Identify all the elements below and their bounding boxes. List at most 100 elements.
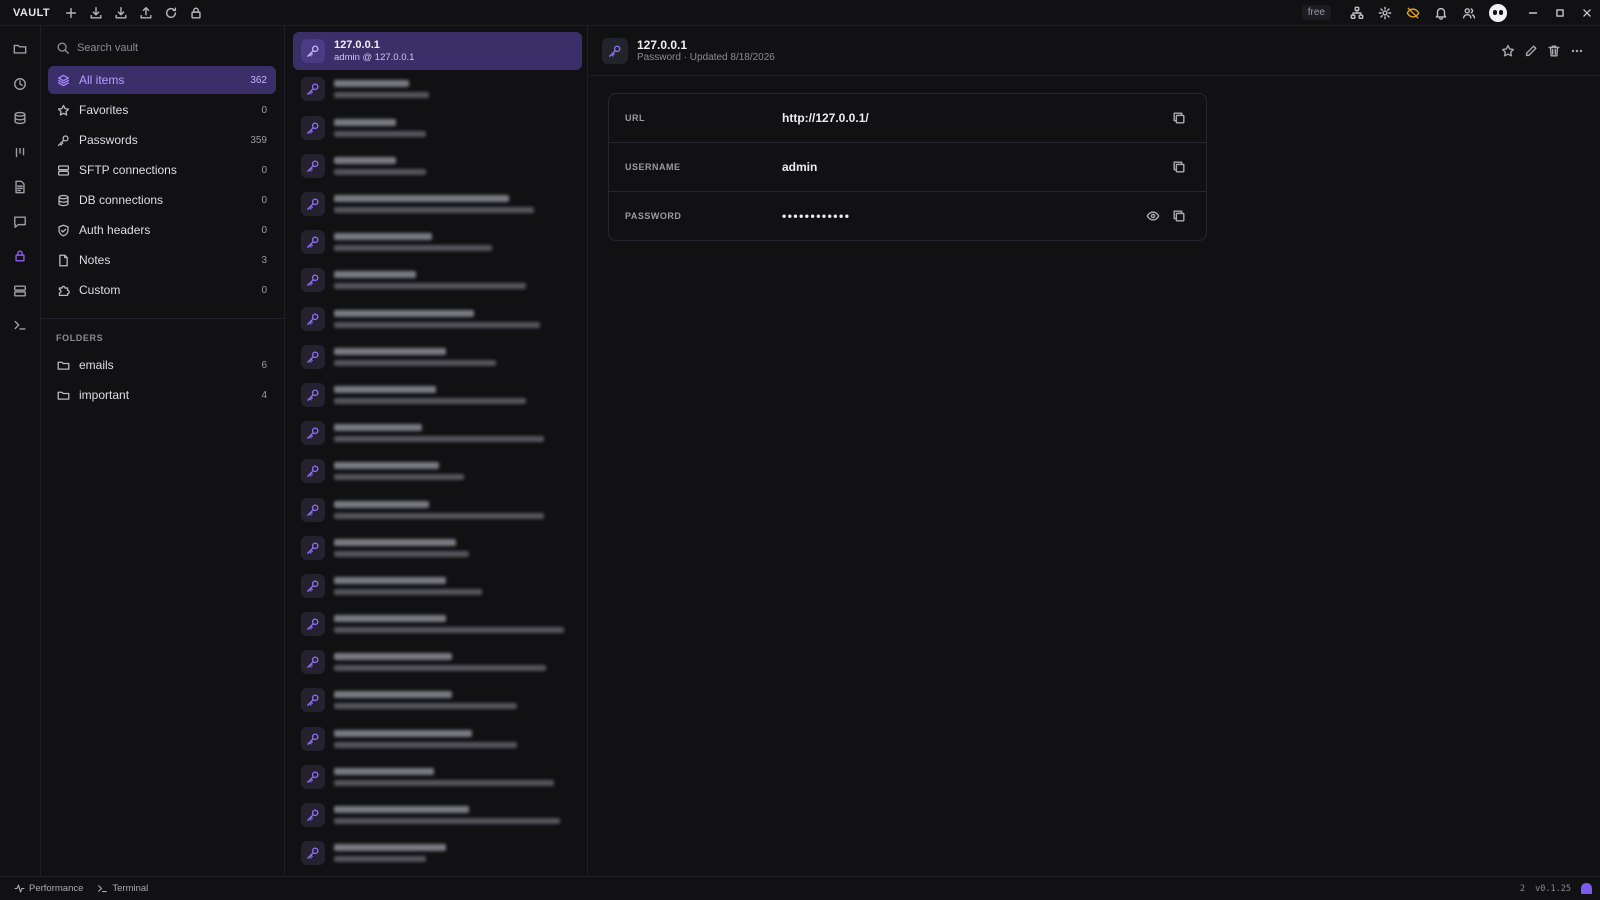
redacted-text — [334, 347, 496, 366]
import-file-button[interactable] — [108, 1, 133, 25]
delete-button[interactable] — [1542, 40, 1565, 62]
search-input[interactable] — [76, 42, 276, 54]
list-item[interactable] — [293, 147, 582, 185]
avatar[interactable] — [1489, 3, 1507, 22]
list-item[interactable] — [293, 223, 582, 261]
add-item-button[interactable] — [58, 1, 83, 25]
reveal-password-button[interactable] — [1140, 204, 1166, 228]
list-item[interactable] — [293, 529, 582, 567]
topbar-right: free — [1301, 0, 1600, 26]
field-username: USERNAME admin — [609, 143, 1206, 192]
list-item[interactable] — [293, 490, 582, 528]
copy-url-button[interactable] — [1166, 106, 1192, 130]
list-item[interactable] — [293, 834, 582, 872]
shield-icon — [58, 224, 69, 236]
terminal-button[interactable]: Terminal — [97, 883, 148, 894]
list-item[interactable] — [293, 567, 582, 605]
list-item[interactable] — [293, 605, 582, 643]
ghost-icon[interactable] — [1581, 883, 1592, 894]
redacted-text — [334, 615, 564, 634]
star-icon — [57, 104, 70, 116]
lock-vault-button[interactable] — [183, 1, 208, 25]
server-icon — [57, 164, 70, 176]
copy-username-button[interactable] — [1166, 155, 1192, 179]
redacted-text — [334, 271, 526, 290]
list-item[interactable] — [293, 414, 582, 452]
rail-files[interactable] — [5, 34, 35, 64]
list-item-selected[interactable]: 127.0.0.1 admin @ 127.0.0.1 — [293, 32, 582, 70]
list-item[interactable] — [293, 758, 582, 796]
upload-icon — [140, 6, 152, 19]
sidebar-item-db-connections[interactable]: DB connections 0 — [48, 186, 276, 214]
rail-terminal[interactable] — [5, 310, 35, 340]
folder-item-important[interactable]: important 4 — [48, 381, 276, 409]
sidebar-item-auth-headers[interactable]: Auth headers 0 — [48, 216, 276, 244]
version-label: v0.1.25 — [1535, 883, 1571, 894]
more-button[interactable] — [1565, 40, 1588, 62]
list-item[interactable] — [293, 300, 582, 338]
terminal-icon — [98, 885, 108, 893]
list-item[interactable] — [293, 452, 582, 490]
favorite-button[interactable] — [1496, 40, 1519, 62]
list-item[interactable] — [293, 643, 582, 681]
copy-password-button[interactable] — [1166, 204, 1192, 228]
field-value[interactable]: admin — [782, 160, 1166, 174]
key-icon — [301, 421, 325, 446]
team-button[interactable] — [1455, 1, 1483, 25]
puzzle-icon — [58, 285, 70, 296]
document-icon — [15, 180, 25, 194]
rail-chat[interactable] — [5, 207, 35, 237]
network-icon — [1350, 6, 1364, 19]
field-value[interactable]: •••••••••••• — [782, 209, 1140, 223]
key-icon — [301, 192, 325, 217]
settings-button[interactable] — [1371, 1, 1399, 25]
rail-vault[interactable] — [5, 241, 35, 271]
list-item[interactable] — [293, 681, 582, 719]
list-item[interactable] — [293, 376, 582, 414]
redacted-text — [334, 806, 560, 825]
key-icon — [301, 535, 325, 560]
import-button[interactable] — [83, 1, 108, 25]
key-icon — [301, 344, 325, 369]
redacted-text — [334, 538, 469, 557]
key-icon — [57, 134, 69, 146]
download-icon — [115, 6, 127, 19]
folder-item-emails[interactable]: emails 6 — [48, 351, 276, 379]
field-value[interactable]: http://127.0.0.1/ — [782, 111, 1166, 125]
edit-button[interactable] — [1519, 40, 1542, 62]
sidebar-item-sftp-connections[interactable]: SFTP connections 0 — [48, 156, 276, 184]
search-box[interactable] — [48, 34, 276, 62]
performance-button[interactable]: Performance — [14, 883, 83, 894]
hide-sensitive-button[interactable] — [1399, 1, 1427, 25]
rail-servers[interactable] — [5, 276, 35, 306]
close-button[interactable] — [1573, 1, 1600, 25]
sidebar-item-all-items[interactable]: All items 362 — [48, 66, 276, 94]
maximize-button[interactable] — [1546, 1, 1573, 25]
sync-button[interactable] — [158, 1, 183, 25]
list-item[interactable] — [293, 261, 582, 299]
rail-database[interactable] — [5, 103, 35, 133]
rail-documents[interactable] — [5, 172, 35, 202]
list-item[interactable] — [293, 70, 582, 108]
sidebar-item-custom[interactable]: Custom 0 — [48, 276, 276, 304]
export-button[interactable] — [133, 1, 158, 25]
sidebar-item-notes[interactable]: Notes 3 — [48, 246, 276, 274]
list-item[interactable] — [293, 720, 582, 758]
rail-history[interactable] — [5, 69, 35, 99]
notifications-button[interactable] — [1427, 1, 1455, 25]
plan-badge[interactable]: free — [1301, 5, 1331, 20]
field-label: USERNAME — [625, 162, 681, 172]
redacted-text — [334, 309, 540, 328]
sidebar-item-favorites[interactable]: Favorites 0 — [48, 96, 276, 124]
list-item-title: 127.0.0.1 — [334, 38, 380, 51]
list-item[interactable] — [293, 185, 582, 223]
minimize-button[interactable] — [1519, 1, 1546, 25]
rail-kanban[interactable] — [5, 138, 35, 168]
sidebar-item-passwords[interactable]: Passwords 359 — [48, 126, 276, 154]
list-item[interactable] — [293, 338, 582, 376]
network-button[interactable] — [1343, 1, 1371, 25]
detail-actions — [1496, 40, 1588, 62]
list-item[interactable] — [293, 109, 582, 147]
key-icon — [602, 37, 628, 64]
list-item[interactable] — [293, 796, 582, 834]
